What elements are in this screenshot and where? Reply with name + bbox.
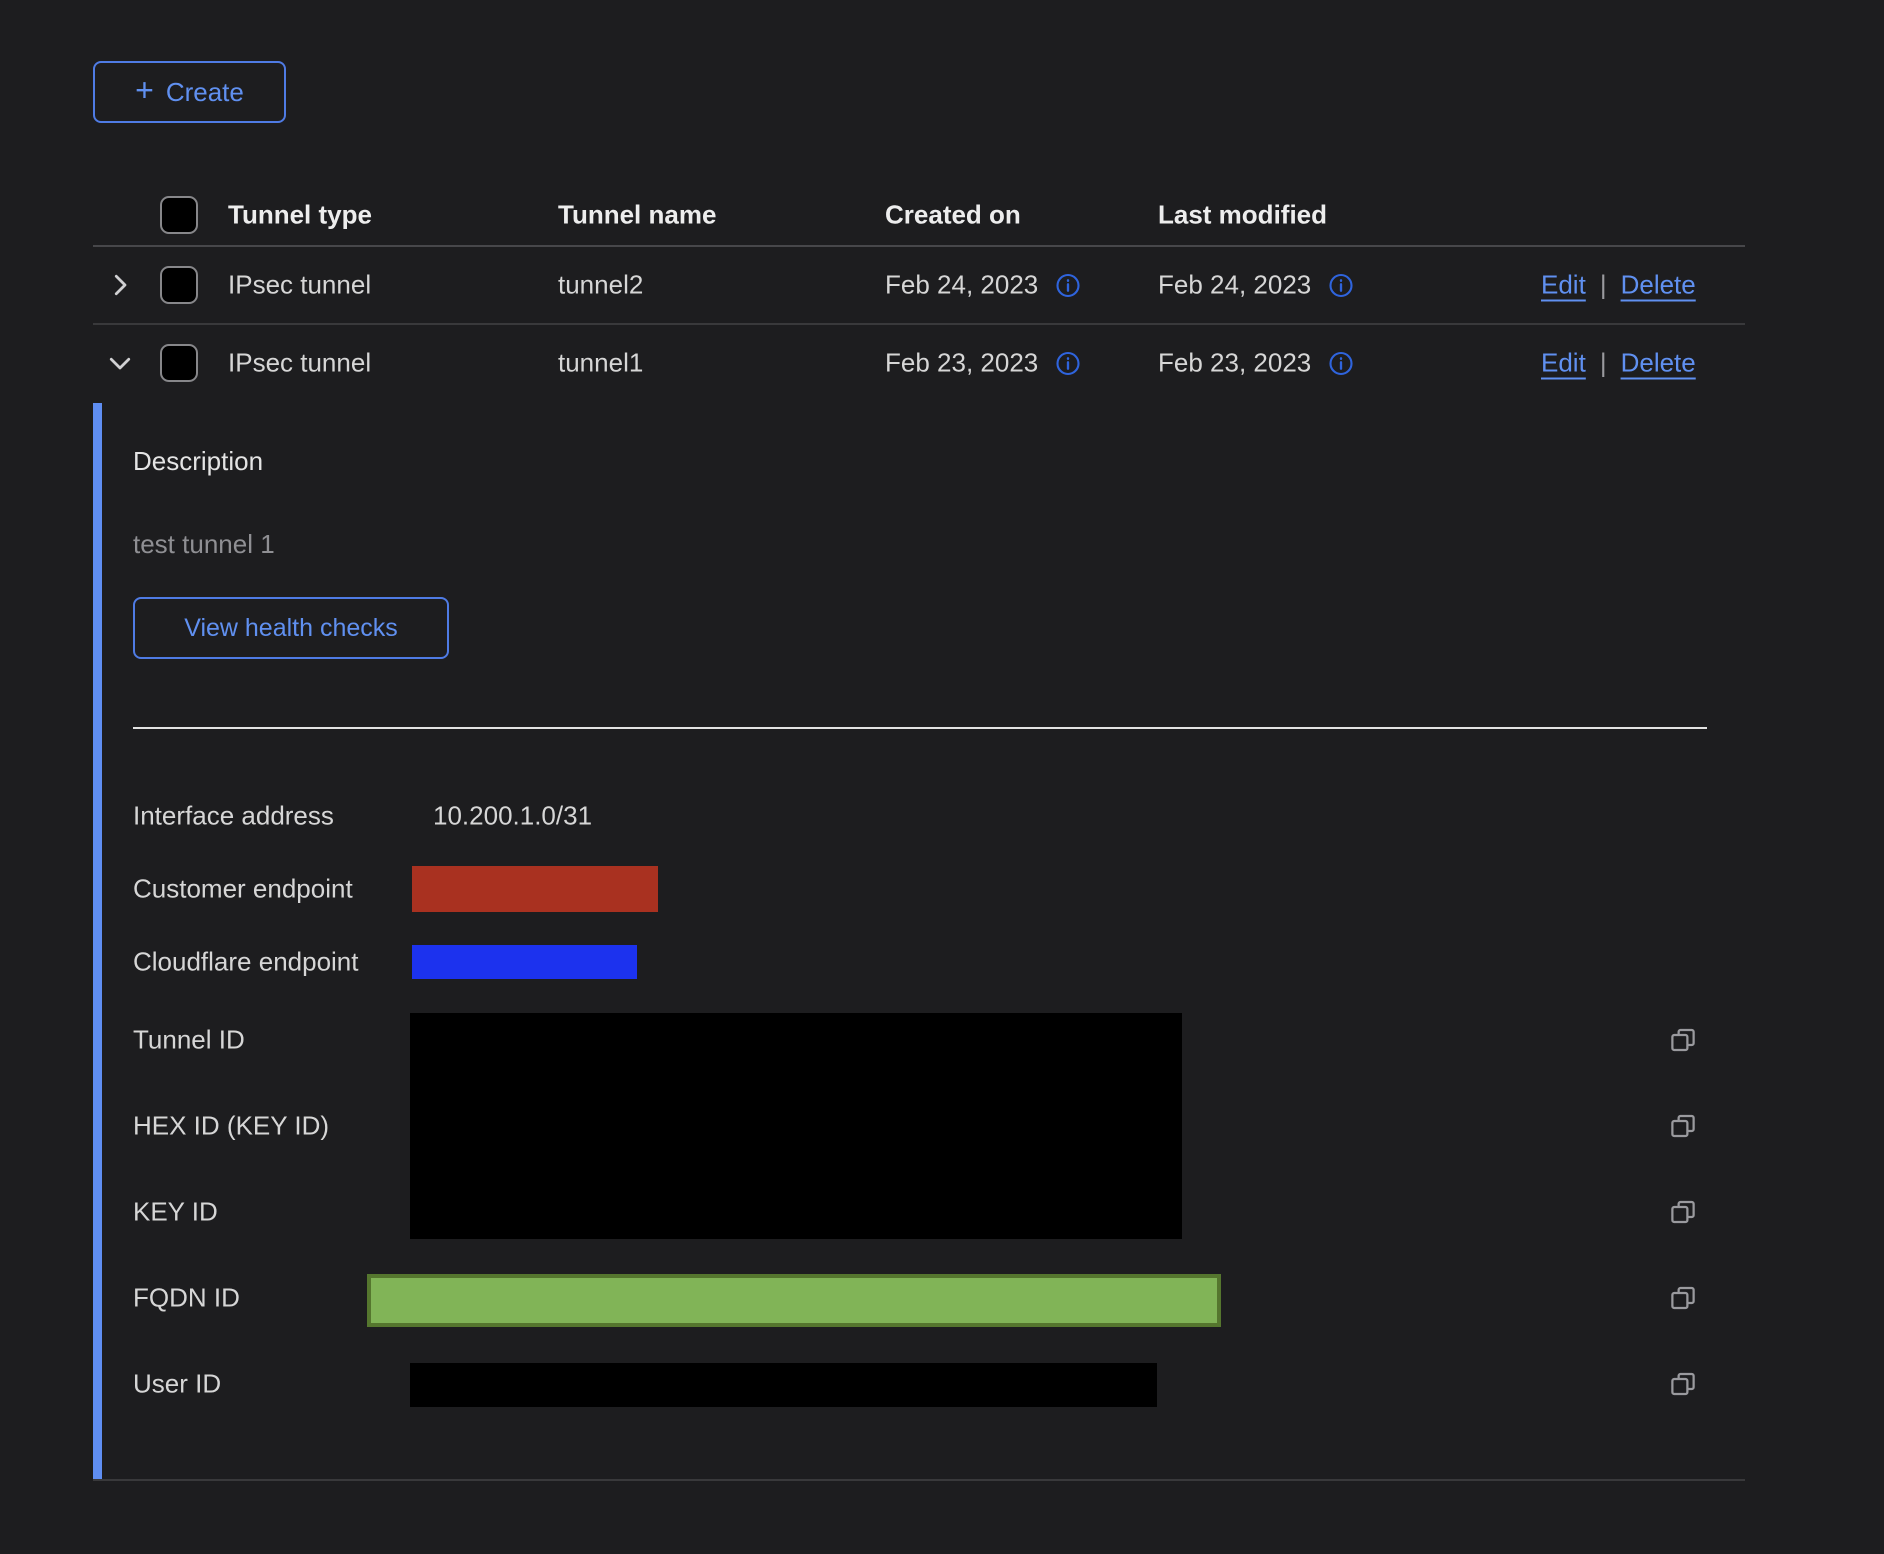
tunnel-id-label: Tunnel ID <box>133 1025 245 1056</box>
plus-icon: + <box>135 74 154 106</box>
interface-address-label: Interface address <box>133 801 334 832</box>
redacted-fqdn-id <box>367 1274 1221 1327</box>
actions-separator: | <box>1600 348 1607 379</box>
table-row: IPsec tunnel tunnel2 Feb 24, 2023 Feb 24… <box>93 247 1745 325</box>
copy-icon[interactable] <box>1668 1111 1698 1141</box>
copy-icon[interactable] <box>1668 1197 1698 1227</box>
redacted-user-id <box>410 1363 1157 1407</box>
edit-link[interactable]: Edit <box>1541 348 1586 379</box>
table-row: IPsec tunnel tunnel1 Feb 23, 2023 Feb 23… <box>93 325 1745 401</box>
edit-link[interactable]: Edit <box>1541 270 1586 301</box>
section-divider <box>133 727 1707 729</box>
user-id-label: User ID <box>133 1369 221 1400</box>
customer-endpoint-label: Customer endpoint <box>133 874 353 905</box>
copy-icon[interactable] <box>1668 1283 1698 1313</box>
tunnel-name-value: tunnel2 <box>558 270 643 301</box>
created-on-value: Feb 24, 2023 <box>885 270 1038 301</box>
row-checkbox[interactable] <box>160 344 198 382</box>
tunnel-detail-panel: Description test tunnel 1 View health ch… <box>93 403 1745 1481</box>
expansion-indicator-bar <box>93 403 102 1479</box>
info-icon[interactable] <box>1054 271 1082 299</box>
collapse-chevron-down-icon[interactable] <box>105 348 135 378</box>
interface-address-value: 10.200.1.0/31 <box>433 801 592 832</box>
create-button[interactable]: + Create <box>93 61 286 123</box>
tunnel-type-value: IPsec tunnel <box>228 270 371 301</box>
row-checkbox[interactable] <box>160 266 198 304</box>
redacted-cloudflare-endpoint <box>412 945 637 979</box>
info-icon[interactable] <box>1054 349 1082 377</box>
cloudflare-endpoint-label: Cloudflare endpoint <box>133 947 359 978</box>
create-button-label: Create <box>166 77 244 108</box>
created-on-value: Feb 23, 2023 <box>885 348 1038 379</box>
delete-link[interactable]: Delete <box>1621 270 1696 301</box>
actions-separator: | <box>1600 270 1607 301</box>
description-value: test tunnel 1 <box>133 529 275 560</box>
redacted-tunnel-ids <box>410 1013 1182 1239</box>
select-all-checkbox[interactable] <box>160 196 198 234</box>
tunnel-name-value: tunnel1 <box>558 348 643 379</box>
last-modified-value: Feb 23, 2023 <box>1158 348 1311 379</box>
view-health-checks-button[interactable]: View health checks <box>133 597 449 659</box>
info-icon[interactable] <box>1327 349 1355 377</box>
copy-icon[interactable] <box>1668 1025 1698 1055</box>
fqdn-id-label: FQDN ID <box>133 1283 240 1314</box>
delete-link[interactable]: Delete <box>1621 348 1696 379</box>
table-header-row: Tunnel type Tunnel name Created on Last … <box>93 185 1745 247</box>
copy-icon[interactable] <box>1668 1369 1698 1399</box>
expand-chevron-right-icon[interactable] <box>105 270 135 300</box>
redacted-customer-endpoint <box>412 866 658 912</box>
hex-id-label: HEX ID (KEY ID) <box>133 1111 329 1142</box>
tunnels-page: + Create Tunnel type Tunnel name Created… <box>0 0 1884 1554</box>
header-last-modified: Last modified <box>1158 200 1327 231</box>
info-icon[interactable] <box>1327 271 1355 299</box>
last-modified-value: Feb 24, 2023 <box>1158 270 1311 301</box>
header-created-on: Created on <box>885 200 1021 231</box>
tunnel-type-value: IPsec tunnel <box>228 348 371 379</box>
header-tunnel-name: Tunnel name <box>558 200 716 231</box>
description-label: Description <box>133 446 263 477</box>
header-tunnel-type: Tunnel type <box>228 200 372 231</box>
key-id-label: KEY ID <box>133 1197 218 1228</box>
